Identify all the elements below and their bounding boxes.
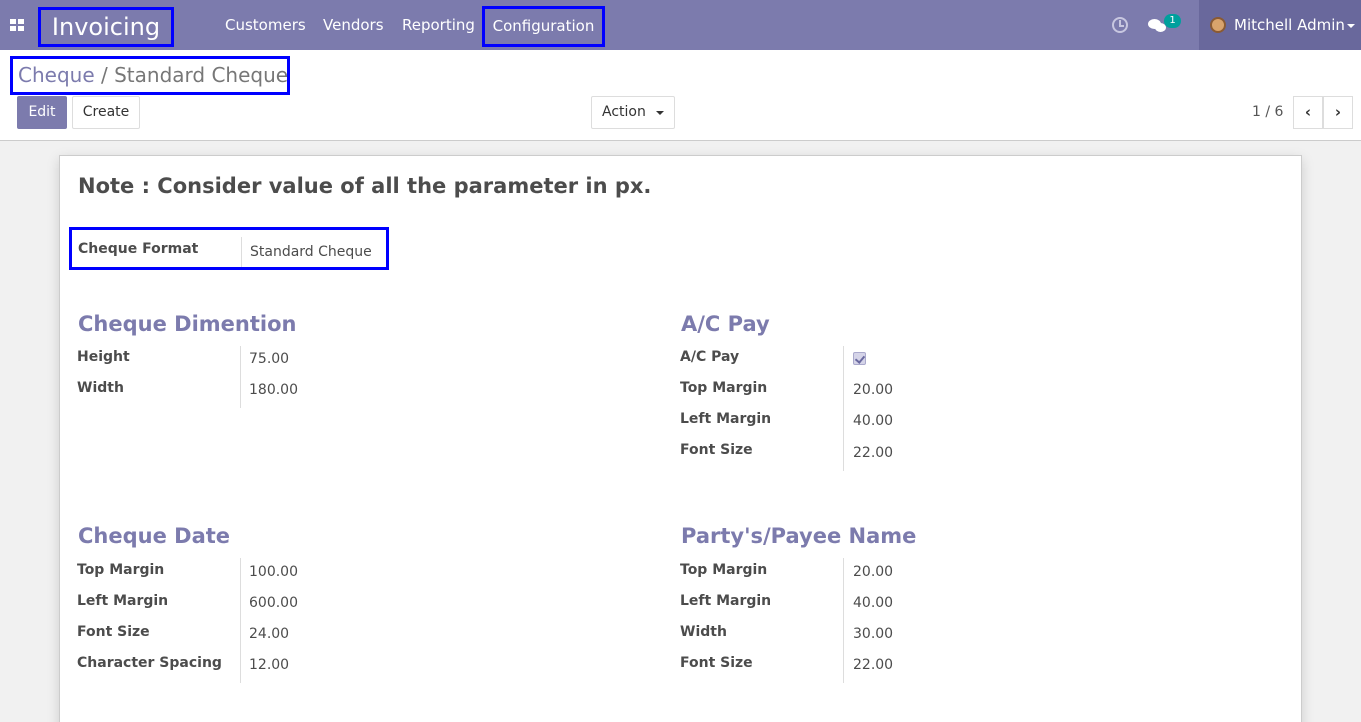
pager-next-button[interactable]: › <box>1323 96 1353 129</box>
app-brand-title[interactable]: Invoicing <box>38 7 174 47</box>
breadcrumb-current: Standard Cheque <box>114 63 289 87</box>
chevron-down-icon <box>1347 24 1355 28</box>
field-divider <box>240 346 241 408</box>
date-font-size-value[interactable]: 24.00 <box>249 626 289 642</box>
ac-pay-checkbox[interactable] <box>853 352 866 365</box>
payee-top-margin-value[interactable]: 20.00 <box>853 564 893 580</box>
ac-pay-top-margin-label: Top Margin <box>680 380 768 396</box>
chevron-right-icon: › <box>1334 103 1342 121</box>
cheque-format-field: Cheque Format Standard Cheque <box>69 227 389 270</box>
user-name: Mitchell Admin <box>1234 16 1345 34</box>
menu-reporting[interactable]: Reporting <box>402 0 475 50</box>
breadcrumb-parent-link[interactable]: Cheque <box>18 63 95 87</box>
apps-menu-icon[interactable] <box>10 19 24 31</box>
chat-count-badge: 1 <box>1164 14 1181 28</box>
width-value[interactable]: 180.00 <box>249 382 298 398</box>
payee-top-margin-label: Top Margin <box>680 562 768 578</box>
activity-clock-icon[interactable] <box>1112 17 1128 33</box>
date-left-margin-label: Left Margin <box>77 593 169 609</box>
pager-previous-button[interactable]: ‹ <box>1293 96 1323 129</box>
breadcrumb: Cheque / Standard Cheque <box>10 56 290 95</box>
field-divider <box>843 346 844 471</box>
height-label: Height <box>77 349 130 365</box>
edit-button[interactable]: Edit <box>17 96 67 129</box>
form-note: Note : Consider value of all the paramet… <box>78 174 652 198</box>
ac-pay-font-size-label: Font Size <box>680 442 753 458</box>
payee-font-size-value[interactable]: 22.00 <box>853 657 893 673</box>
menu-vendors[interactable]: Vendors <box>323 0 384 50</box>
top-navbar: Invoicing Customers Vendors Reporting Co… <box>0 0 1361 50</box>
payee-left-margin-value[interactable]: 40.00 <box>853 595 893 611</box>
menu-customers[interactable]: Customers <box>225 0 306 50</box>
payee-width-value[interactable]: 30.00 <box>853 626 893 642</box>
group-title-cheque-dimension: Cheque Dimention <box>78 312 297 336</box>
avatar <box>1210 17 1226 33</box>
control-panel: Cheque / Standard Cheque Edit Create Act… <box>0 50 1361 141</box>
date-left-margin-value[interactable]: 600.00 <box>249 595 298 611</box>
date-top-margin-value[interactable]: 100.00 <box>249 564 298 580</box>
date-top-margin-label: Top Margin <box>77 562 165 578</box>
height-value[interactable]: 75.00 <box>249 351 289 367</box>
date-character-spacing-value[interactable]: 12.00 <box>249 657 289 673</box>
date-character-spacing-label: Character Spacing <box>77 655 222 671</box>
cheque-format-label: Cheque Format <box>78 241 199 257</box>
caret-down-icon <box>656 111 664 115</box>
group-title-payee-name: Party's/Payee Name <box>681 524 917 548</box>
user-menu[interactable]: Mitchell Admin <box>1199 0 1361 50</box>
ac-pay-checkbox-label: A/C Pay <box>680 349 740 365</box>
group-title-ac-pay: A/C Pay <box>681 312 770 336</box>
group-title-cheque-date: Cheque Date <box>78 524 231 548</box>
ac-pay-left-margin-value[interactable]: 40.00 <box>853 413 893 429</box>
ac-pay-font-size-value[interactable]: 22.00 <box>853 445 893 461</box>
chevron-left-icon: ‹ <box>1304 103 1312 121</box>
pager-value[interactable]: 1 / 6 <box>1252 96 1283 129</box>
width-label: Width <box>77 380 124 396</box>
ac-pay-top-margin-value[interactable]: 20.00 <box>853 382 893 398</box>
action-button-label: Action <box>602 104 646 120</box>
field-divider <box>241 237 242 267</box>
ac-pay-left-margin-label: Left Margin <box>680 411 772 427</box>
field-divider <box>240 558 241 683</box>
create-button[interactable]: Create <box>72 96 140 129</box>
breadcrumb-separator: / <box>100 63 108 87</box>
payee-left-margin-label: Left Margin <box>680 593 772 609</box>
field-divider <box>843 558 844 683</box>
cheque-format-value[interactable]: Standard Cheque <box>250 244 372 260</box>
form-sheet: Note : Consider value of all the paramet… <box>59 155 1302 722</box>
payee-font-size-label: Font Size <box>680 655 753 671</box>
date-font-size-label: Font Size <box>77 624 150 640</box>
menu-configuration[interactable]: Configuration <box>482 6 605 47</box>
action-dropdown-button[interactable]: Action <box>591 96 675 129</box>
payee-width-label: Width <box>680 624 727 640</box>
